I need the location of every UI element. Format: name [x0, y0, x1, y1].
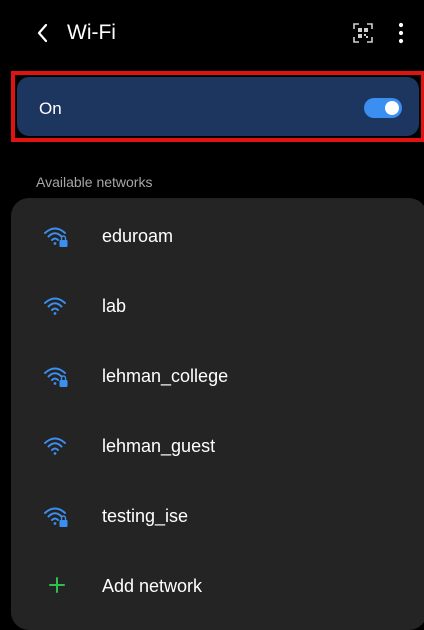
- network-name: lehman_college: [102, 366, 229, 386]
- add-network-label: Add network: [102, 576, 203, 596]
- wifi-toggle-row[interactable]: On: [11, 71, 424, 142]
- wifi-toggle-switch[interactable]: [364, 98, 402, 118]
- network-name: lab: [102, 296, 127, 316]
- chevron-left-icon[interactable]: [32, 20, 54, 46]
- network-item-lehman-guest[interactable]: lehman_guest: [11, 411, 424, 481]
- wifi-state-label: On: [39, 99, 62, 118]
- wifi-lock-icon: [44, 507, 68, 527]
- wifi-icon: [44, 437, 66, 455]
- network-item-lehman-college[interactable]: lehman_college: [11, 341, 424, 411]
- network-name: lehman_guest: [102, 436, 216, 456]
- app-header: Wi-Fi: [0, 0, 424, 66]
- network-item-testing-ise[interactable]: testing_ise: [11, 481, 424, 551]
- switch-knob: [385, 101, 399, 115]
- wifi-icon: [44, 297, 66, 315]
- more-vertical-icon[interactable]: [396, 21, 406, 45]
- wifi-lock-icon: [44, 367, 68, 387]
- wifi-lock-icon: [44, 227, 68, 247]
- section-title-available-networks: Available networks: [36, 174, 153, 190]
- wifi-toggle-panel: On: [17, 77, 419, 136]
- network-item-eduroam[interactable]: eduroam: [11, 201, 424, 271]
- plus-icon: [49, 577, 65, 593]
- page-title: Wi-Fi: [67, 21, 116, 44]
- network-name: testing_ise: [102, 506, 189, 526]
- add-network-button[interactable]: Add network: [11, 551, 424, 621]
- qr-scan-icon[interactable]: [352, 22, 374, 44]
- network-list: eduroam lab lehman_college lehman_guest …: [11, 198, 424, 630]
- network-item-lab[interactable]: lab: [11, 271, 424, 341]
- network-name: eduroam: [102, 226, 174, 246]
